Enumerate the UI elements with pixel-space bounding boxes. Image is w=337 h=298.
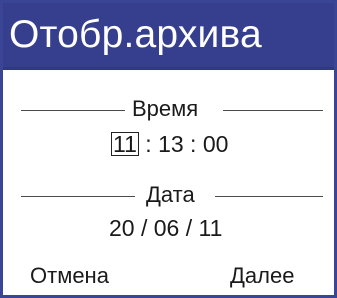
device-screen: Отобр.архива Время 11 : 13 : 00 Дата 20 … — [0, 0, 337, 298]
next-button[interactable]: Далее — [230, 263, 294, 289]
date-divider-left — [21, 196, 135, 197]
title-bar: Отобр.архива — [3, 3, 334, 70]
time-section-header: Время — [3, 97, 334, 121]
date-section-header: Дата — [3, 183, 334, 207]
time-separator-1: : — [145, 131, 152, 157]
seconds-field[interactable]: 00 — [203, 131, 229, 157]
hours-field[interactable]: 11 — [111, 132, 139, 156]
time-divider-right — [223, 110, 323, 111]
time-value: 11 : 13 : 00 — [111, 131, 228, 157]
cancel-button[interactable]: Отмена — [30, 263, 109, 289]
date-divider-right — [215, 196, 323, 197]
screen-title: Отобр.архива — [9, 13, 262, 56]
date-value[interactable]: 20 / 06 / 11 — [109, 215, 222, 241]
time-divider-left — [21, 110, 125, 111]
time-separator-2: : — [190, 131, 197, 157]
time-label: Время — [132, 96, 199, 121]
minutes-field[interactable]: 13 — [158, 131, 184, 157]
date-label: Дата — [146, 182, 195, 207]
